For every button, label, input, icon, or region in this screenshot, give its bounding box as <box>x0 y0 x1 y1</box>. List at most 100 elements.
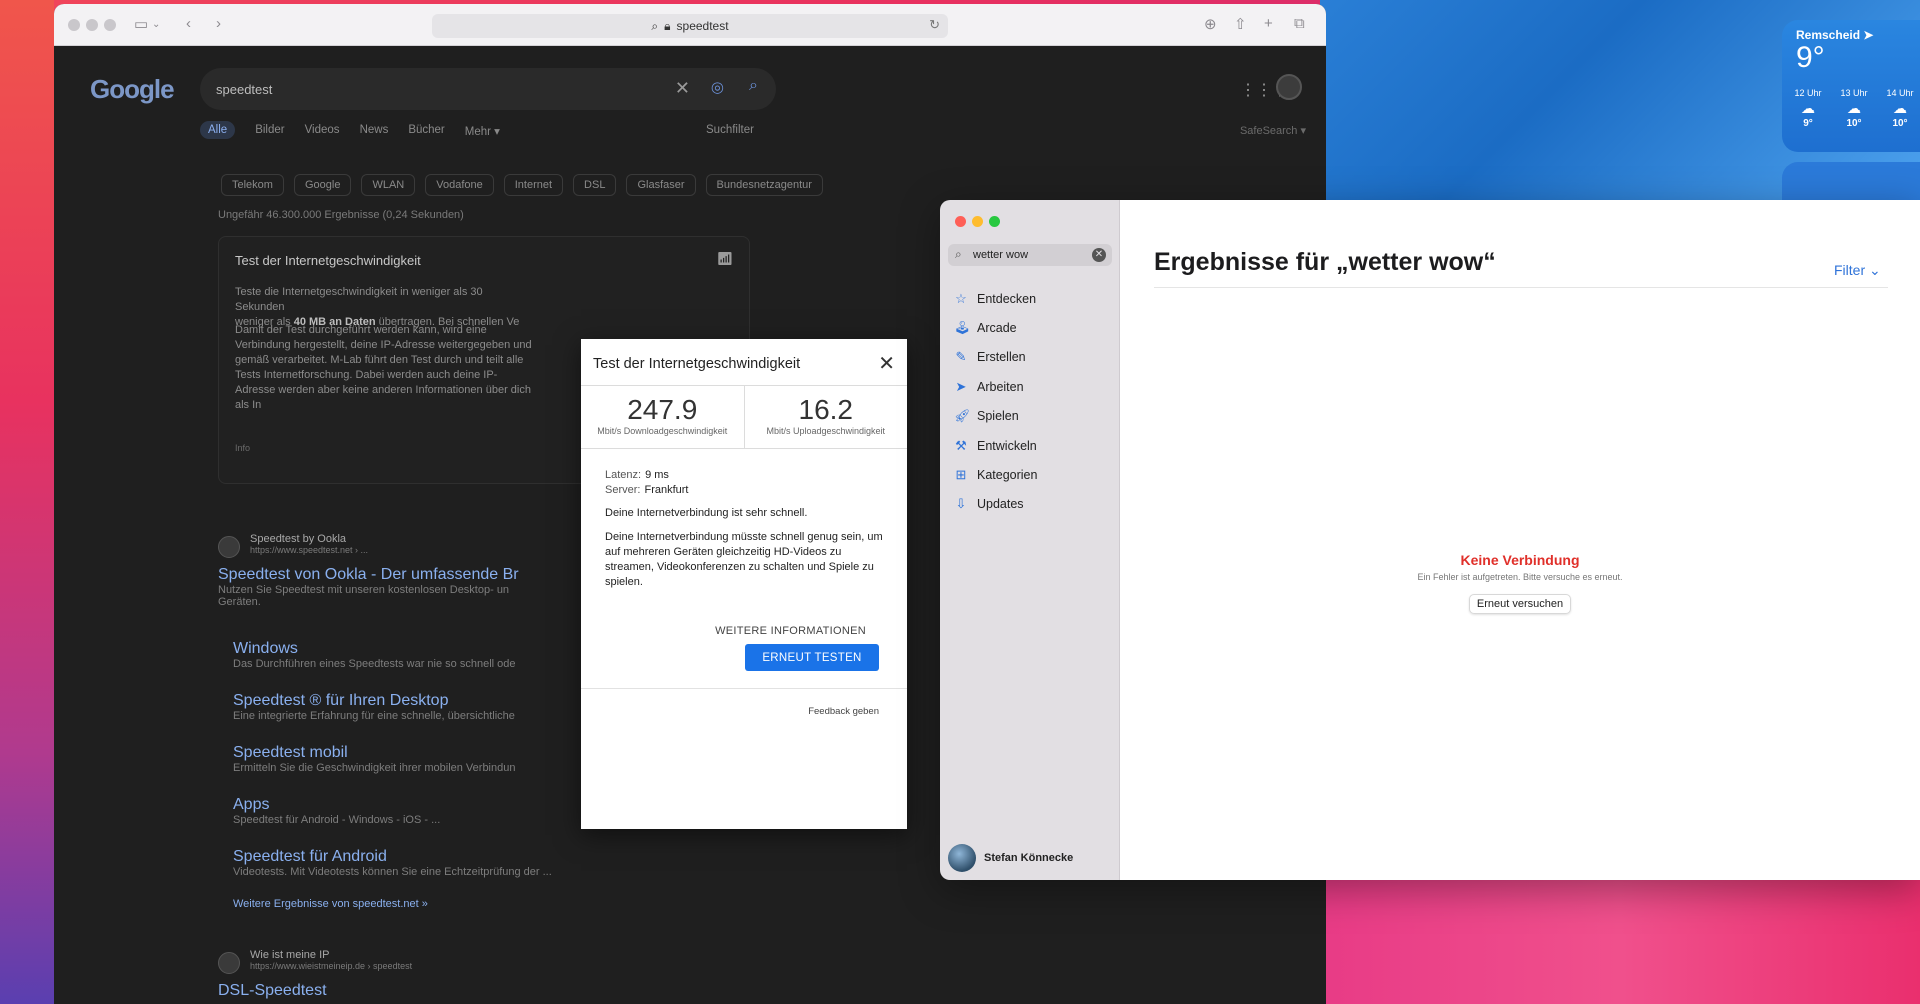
sitelink: Speedtest für Android Videotests. Mit Vi… <box>233 848 633 878</box>
forward-arrow-icon[interactable]: › <box>216 15 221 32</box>
chip[interactable]: Vodafone <box>425 174 494 196</box>
search-input[interactable]: ⌕ wetter wow ✕ <box>948 244 1112 266</box>
account-button[interactable]: Stefan Könnecke <box>948 844 1073 872</box>
weather-hour-temp: 9° <box>1803 118 1813 129</box>
latency-row: Latenz: 9 ms <box>605 468 887 483</box>
share-icon[interactable]: ⇧ <box>1234 15 1247 33</box>
sitelink-snippet: Das Durchführen eines Speedtests war nie… <box>233 658 516 670</box>
clear-icon[interactable]: ✕ <box>1092 248 1106 262</box>
search-filter-link[interactable]: Suchfilter <box>706 124 754 136</box>
sidebar-item-arcade[interactable]: 🕹︎ Arcade <box>954 313 1037 342</box>
avatar[interactable] <box>1276 74 1302 100</box>
sidebar-item-arbeiten[interactable]: ➤ Arbeiten <box>954 372 1037 401</box>
sidebar-nav: ☆ Entdecken 🕹︎ Arcade ✎ Erstellen ➤ Arbeiten… <box>954 284 1037 519</box>
verdict-text: Deine Internetverbindung ist sehr schnel… <box>605 507 808 519</box>
chip[interactable]: Bundesnetzagentur <box>705 174 823 196</box>
upload-label: Mbit/s Uploadgeschwindigkeit <box>766 426 886 436</box>
tab-all[interactable]: Alle <box>200 121 236 139</box>
sidebar-item-label: Kategorien <box>977 468 1038 483</box>
sidebar-toggle-icon[interactable]: ▭ <box>134 15 148 33</box>
tab-images[interactable]: Bilder <box>255 124 284 139</box>
sitelink-title[interactable]: Windows <box>233 640 583 658</box>
google-tabs: Alle Bilder Videos News Bücher Mehr ▾ <box>200 121 500 139</box>
google-logo[interactable]: Google <box>90 74 175 105</box>
zoom-window-button[interactable] <box>989 216 1000 227</box>
new-tab-icon[interactable]: + <box>1264 15 1273 32</box>
card-info[interactable]: Info <box>235 443 250 453</box>
back-arrow-icon[interactable]: ‹ <box>186 15 191 32</box>
chip[interactable]: Google <box>293 174 352 196</box>
search-icon: ⌕ <box>955 247 962 261</box>
sidebar-item-entwickeln[interactable]: ⚒ Entwickeln <box>954 431 1037 460</box>
desktop-wallpaper-pink <box>1320 860 1920 1004</box>
filter-button[interactable]: Filter ⌄ <box>1834 262 1881 279</box>
chip[interactable]: Internet <box>503 174 564 196</box>
retest-button[interactable]: ERNEUT TESTEN <box>745 644 879 671</box>
more-info-link[interactable]: WEITERE INFORMATIONEN <box>715 625 866 637</box>
result-snippet: Geräten. <box>218 596 261 608</box>
sitelink-title[interactable]: Speedtest für Android <box>233 848 633 866</box>
sidebar-item-spielen[interactable]: 🚀︎ Spielen <box>954 402 1037 431</box>
sitelink-title[interactable]: Apps <box>233 796 583 814</box>
result-url[interactable]: https://www.speedtest.net › ... <box>250 545 368 555</box>
search-icon[interactable]: ⌕ <box>749 77 758 95</box>
divider <box>581 688 907 689</box>
error-title: Keine Verbindung <box>1460 552 1580 568</box>
result-url[interactable]: https://www.wieistmeineip.de › speedtest <box>250 961 412 971</box>
wieistmeineip-favicon-icon <box>218 952 240 974</box>
address-bar[interactable]: ⌕ 🔒︎ speedtest ↻ <box>432 14 948 38</box>
sidebar-item-label: Arbeiten <box>977 379 1024 394</box>
safesearch-toggle[interactable]: SafeSearch ▾ <box>1240 124 1306 137</box>
search-input[interactable]: speedtest ✕ ◎ ⌕ <box>200 68 776 110</box>
sitelink-title[interactable]: Speedtest mobil <box>233 744 583 762</box>
close-window-button[interactable] <box>955 216 966 227</box>
zoom-window-button[interactable] <box>104 19 116 31</box>
sitelink-snippet: Videotests. Mit Videotests können Sie ei… <box>233 866 552 878</box>
weather-widget[interactable]: Remscheid ➤ 9° 12 Uhr ☁ 9° 13 Uhr ☁ 10° … <box>1782 20 1920 152</box>
weather-hour: 12 Uhr ☁ 9° <box>1794 88 1822 129</box>
chip[interactable]: WLAN <box>361 174 416 196</box>
result-count: Ungefähr 46.300.000 Ergebnisse (0,24 Sek… <box>218 209 464 221</box>
tab-videos[interactable]: Videos <box>305 124 340 139</box>
close-icon[interactable]: ✕ <box>878 351 895 376</box>
clear-icon[interactable]: ✕ <box>675 78 690 99</box>
sidebar-item-kategorien[interactable]: ⊞ Kategorien <box>954 460 1038 489</box>
page-title: Ergebnisse für „wetter wow“ <box>1154 248 1496 276</box>
minimize-window-button[interactable] <box>972 216 983 227</box>
divider <box>1154 287 1888 288</box>
reload-icon[interactable]: ↻ <box>929 17 940 33</box>
chevron-down-icon[interactable]: ⌄ <box>152 19 160 30</box>
sidebar-item-entdecken[interactable]: ☆ Entdecken <box>954 284 1037 313</box>
result-title-link[interactable]: DSL-Speedtest <box>218 982 327 1000</box>
retry-button[interactable]: Erneut versuchen <box>1468 594 1572 614</box>
sidebar-item-label: Arcade <box>977 321 1017 336</box>
sidebar-item-updates[interactable]: ⇩ Updates <box>954 490 1037 519</box>
more-results-link[interactable]: Weitere Ergebnisse von speedtest.net » <box>233 898 428 910</box>
chip[interactable]: Telekom <box>221 174 284 196</box>
weather-hour-time: 12 Uhr <box>1794 88 1822 98</box>
close-window-button[interactable] <box>68 19 80 31</box>
chip[interactable]: DSL <box>573 174 617 196</box>
google-header: Google speedtest ✕ ◎ ⌕ ⋮⋮⋮ Alle Bilder V… <box>54 46 1326 166</box>
result-title-link[interactable]: Speedtest von Ookla - Der umfassende Br <box>218 566 588 584</box>
dialog-title: Test der Internetgeschwindigkeit <box>593 356 801 372</box>
ookla-favicon-icon <box>218 536 240 558</box>
lens-icon[interactable]: ◎ <box>711 78 724 96</box>
chip[interactable]: Glasfaser <box>626 174 696 196</box>
tab-books[interactable]: Bücher <box>408 124 444 139</box>
server-value: Frankfurt <box>644 484 689 496</box>
sidebar-item-erstellen[interactable]: ✎ Erstellen <box>954 343 1037 372</box>
tab-more[interactable]: Mehr ▾ <box>465 124 500 139</box>
result-ookla: Speedtest von Ookla - Der umfassende Br … <box>218 566 588 608</box>
tab-news[interactable]: News <box>360 124 389 139</box>
sitelink-title[interactable]: Speedtest ® für Ihren Desktop <box>233 692 583 710</box>
feedback-link[interactable]: Feedback geben <box>808 706 879 717</box>
sidebar-item-label: Entwickeln <box>977 438 1037 453</box>
speedtest-dialog: Test der Internetgeschwindigkeit ✕ 247.9… <box>581 339 907 829</box>
sitelink: Windows Das Durchführen eines Speedtests… <box>233 640 583 670</box>
sitelink-snippet: Ermitteln Sie die Geschwindigkeit ihrer … <box>233 762 516 774</box>
minimize-window-button[interactable] <box>86 19 98 31</box>
tab-overview-icon[interactable]: ⧉ <box>1294 15 1305 32</box>
grid-icon: ⊞ <box>955 467 967 483</box>
downloads-icon[interactable]: ⊕ <box>1204 15 1217 33</box>
